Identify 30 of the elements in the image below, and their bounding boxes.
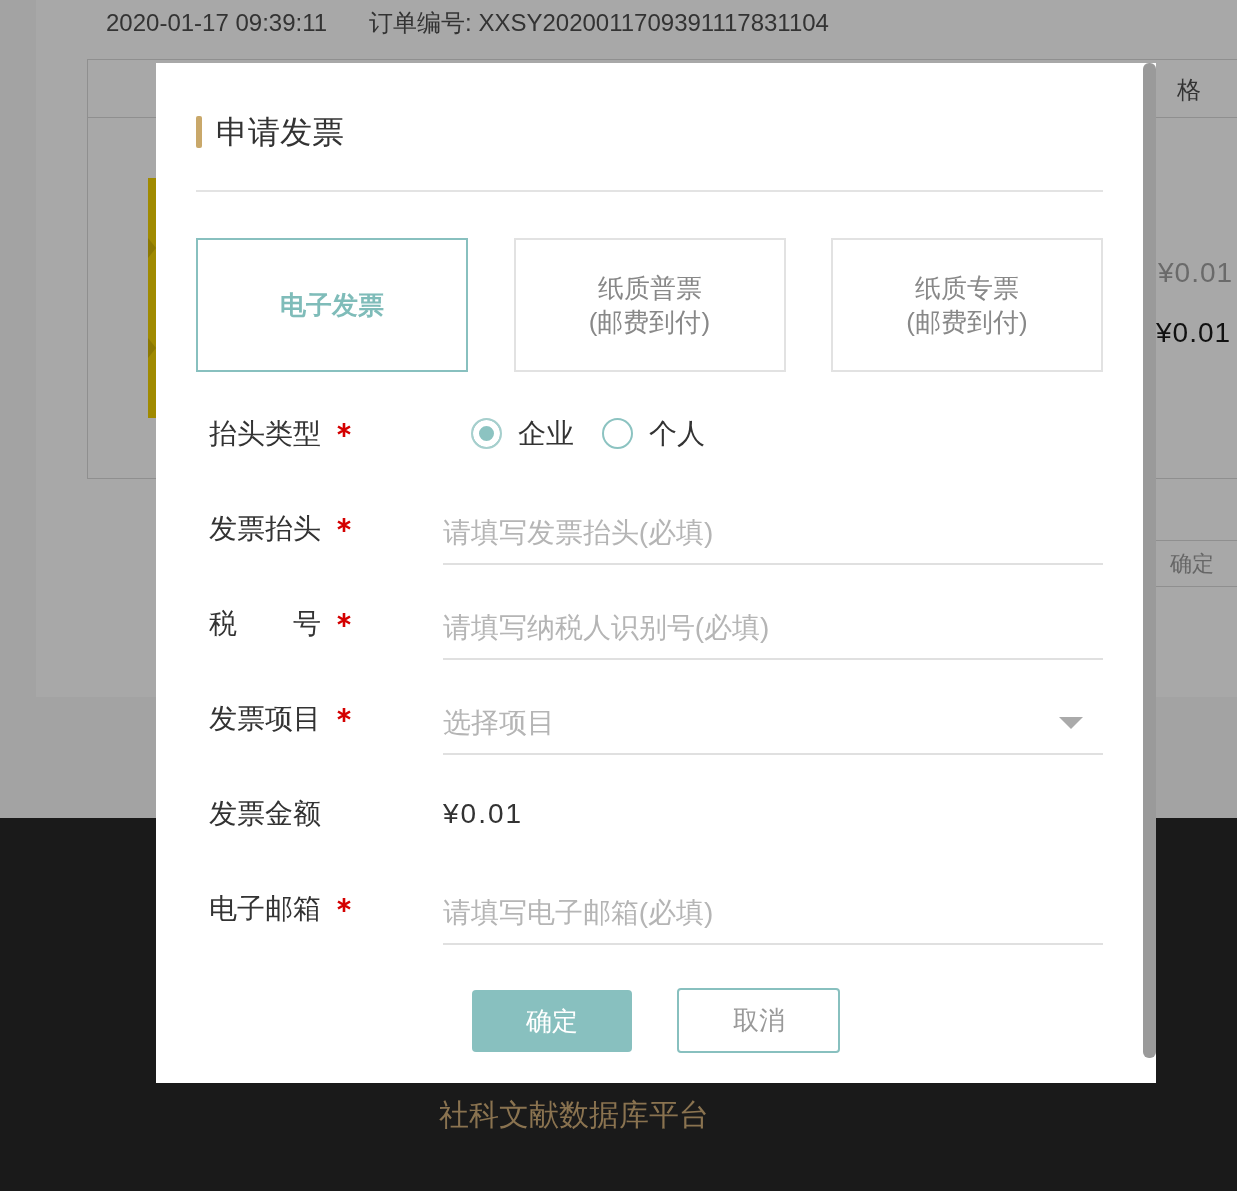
input-field[interactable]: 请填写纳税人识别号(必填) xyxy=(442,597,1103,660)
footer-text: 社科文献数据库平台 xyxy=(438,1097,709,1133)
field-label: 发票金额 xyxy=(209,796,321,831)
input-field[interactable]: 请填写电子邮箱(必填) xyxy=(442,882,1103,945)
input-field[interactable]: 请填写发票抬头(必填) xyxy=(442,502,1103,565)
dropdown-icon xyxy=(1059,716,1083,729)
field-label: 税 号 xyxy=(209,606,321,641)
field-label: 抬头类型 xyxy=(209,416,321,451)
amount-value: ¥0.01 xyxy=(443,796,524,831)
price: ¥0.01 xyxy=(1156,316,1232,350)
cancel-button[interactable]: 取消 xyxy=(677,988,840,1053)
radio-button[interactable] xyxy=(471,418,502,449)
field-label: 电子邮箱 xyxy=(209,891,321,926)
title-accent-bar xyxy=(196,115,202,148)
field-label: 发票项目 xyxy=(209,701,321,736)
column-header: 格 xyxy=(1177,75,1201,105)
invoice-type-option[interactable]: 纸质普票 (邮费到付) xyxy=(513,238,786,372)
confirm-button[interactable]: 确定 xyxy=(472,990,632,1052)
radio-label[interactable]: 企业 xyxy=(518,412,574,455)
invoice-type-option[interactable]: 电子发票 xyxy=(196,238,468,372)
order-time: 2020-01-17 09:39:11 xyxy=(106,8,328,38)
original-price: ¥0.01 xyxy=(1158,256,1234,290)
radio-label[interactable]: 个人 xyxy=(649,412,705,455)
project-select[interactable]: 选择项目 xyxy=(442,692,1103,755)
invoice-type-option[interactable]: 纸质专票 (邮费到付) xyxy=(831,238,1103,372)
order-number: 订单编号: XXSY2020011709391117831104 xyxy=(369,8,829,38)
dialog-title: 申请发票 xyxy=(216,112,344,152)
scrollbar[interactable] xyxy=(1143,63,1156,1058)
radio-button[interactable] xyxy=(602,418,633,449)
field-label: 发票抬头 xyxy=(209,511,321,546)
